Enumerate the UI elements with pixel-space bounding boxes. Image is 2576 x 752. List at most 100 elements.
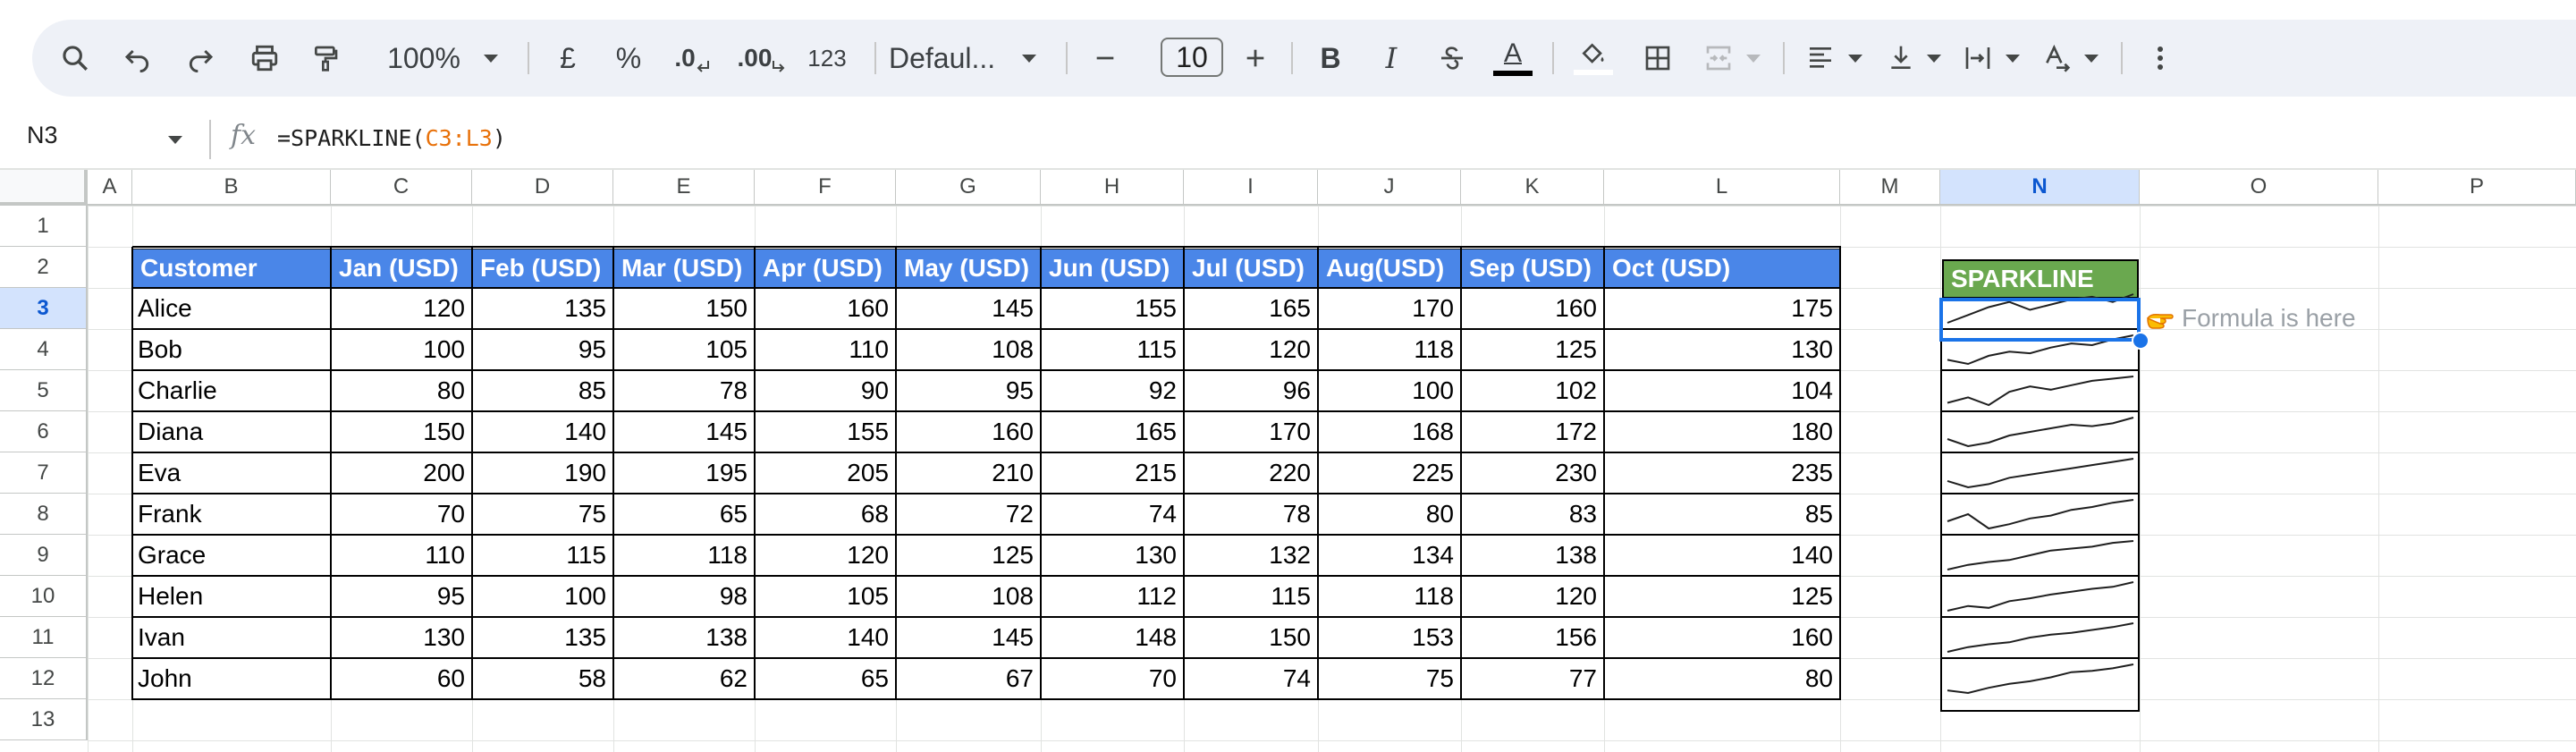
text-rotation-icon[interactable] xyxy=(2031,20,2082,97)
currency-format-button[interactable]: £ xyxy=(545,20,590,97)
column-header-d[interactable]: D xyxy=(472,170,613,206)
value-cell[interactable]: 110 xyxy=(755,329,896,370)
value-cell[interactable]: 138 xyxy=(1461,535,1604,576)
column-header-o[interactable]: O xyxy=(2140,170,2378,206)
value-cell[interactable]: 138 xyxy=(613,617,755,658)
column-header-f[interactable]: F xyxy=(755,170,896,206)
value-cell[interactable]: 155 xyxy=(1041,288,1184,329)
more-options-icon[interactable] xyxy=(2135,20,2185,97)
value-cell[interactable]: 70 xyxy=(1041,658,1184,699)
zoom-select[interactable]: 100% xyxy=(379,20,469,97)
value-cell[interactable]: 120 xyxy=(1184,329,1318,370)
value-cell[interactable]: 195 xyxy=(613,452,755,494)
value-cell[interactable]: 108 xyxy=(896,329,1041,370)
column-header-i[interactable]: I xyxy=(1184,170,1318,206)
value-cell[interactable]: 78 xyxy=(613,370,755,411)
column-header-h[interactable]: H xyxy=(1041,170,1184,206)
italic-button[interactable]: I xyxy=(1366,20,1416,97)
customer-cell[interactable]: Frank xyxy=(132,494,331,535)
value-cell[interactable]: 160 xyxy=(896,411,1041,452)
value-cell[interactable]: 77 xyxy=(1461,658,1604,699)
value-cell[interactable]: 145 xyxy=(896,617,1041,658)
row-header-6[interactable]: 6 xyxy=(0,411,88,452)
value-cell[interactable]: 115 xyxy=(472,535,613,576)
value-cell[interactable]: 134 xyxy=(1318,535,1461,576)
value-cell[interactable]: 150 xyxy=(1184,617,1318,658)
value-cell[interactable]: 153 xyxy=(1318,617,1461,658)
column-header-n[interactable]: N xyxy=(1940,170,2140,206)
row-header-4[interactable]: 4 xyxy=(0,329,88,370)
value-cell[interactable]: 100 xyxy=(331,329,472,370)
chevron-down-icon[interactable] xyxy=(1740,20,1767,97)
value-cell[interactable]: 148 xyxy=(1041,617,1184,658)
row-header-3[interactable]: 3 xyxy=(0,288,88,329)
value-cell[interactable]: 83 xyxy=(1461,494,1604,535)
value-cell[interactable]: 118 xyxy=(1318,576,1461,617)
value-cell[interactable]: 140 xyxy=(1604,535,1840,576)
value-cell[interactable]: 100 xyxy=(472,576,613,617)
value-cell[interactable]: 165 xyxy=(1184,288,1318,329)
value-cell[interactable]: 92 xyxy=(1041,370,1184,411)
column-header-b[interactable]: B xyxy=(132,170,331,206)
value-cell[interactable]: 125 xyxy=(896,535,1041,576)
table-header-cell[interactable]: Apr (USD) xyxy=(755,249,897,288)
print-icon[interactable] xyxy=(240,20,290,97)
chevron-down-icon[interactable] xyxy=(2078,20,2105,97)
value-cell[interactable]: 235 xyxy=(1604,452,1840,494)
table-header-cell[interactable]: Aug(USD) xyxy=(1318,249,1462,288)
value-cell[interactable]: 140 xyxy=(755,617,896,658)
value-cell[interactable]: 120 xyxy=(1461,576,1604,617)
column-header-c[interactable]: C xyxy=(331,170,472,206)
value-cell[interactable]: 125 xyxy=(1461,329,1604,370)
value-cell[interactable]: 172 xyxy=(1461,411,1604,452)
value-cell[interactable]: 230 xyxy=(1461,452,1604,494)
customer-cell[interactable]: John xyxy=(132,658,331,699)
value-cell[interactable]: 74 xyxy=(1184,658,1318,699)
value-cell[interactable]: 150 xyxy=(613,288,755,329)
row-header-9[interactable]: 9 xyxy=(0,535,88,576)
value-cell[interactable]: 168 xyxy=(1318,411,1461,452)
value-cell[interactable]: 67 xyxy=(896,658,1041,699)
value-cell[interactable]: 60 xyxy=(331,658,472,699)
row-header-13[interactable]: 13 xyxy=(0,699,88,740)
value-cell[interactable]: 220 xyxy=(1184,452,1318,494)
column-header-m[interactable]: M xyxy=(1840,170,1940,206)
value-cell[interactable]: 170 xyxy=(1318,288,1461,329)
value-cell[interactable]: 72 xyxy=(896,494,1041,535)
value-cell[interactable]: 68 xyxy=(755,494,896,535)
value-cell[interactable]: 105 xyxy=(613,329,755,370)
column-header-e[interactable]: E xyxy=(613,170,755,206)
value-cell[interactable]: 90 xyxy=(755,370,896,411)
column-header-p[interactable]: P xyxy=(2378,170,2576,206)
customer-cell[interactable]: Diana xyxy=(132,411,331,452)
value-cell[interactable]: 95 xyxy=(896,370,1041,411)
row-header-5[interactable]: 5 xyxy=(0,370,88,411)
value-cell[interactable]: 118 xyxy=(1318,329,1461,370)
value-cell[interactable]: 190 xyxy=(472,452,613,494)
value-cell[interactable]: 115 xyxy=(1184,576,1318,617)
row-header-1[interactable]: 1 xyxy=(0,206,88,247)
value-cell[interactable]: 165 xyxy=(1041,411,1184,452)
value-cell[interactable]: 160 xyxy=(1604,617,1840,658)
customer-cell[interactable]: Helen xyxy=(132,576,331,617)
row-header-12[interactable]: 12 xyxy=(0,658,88,699)
strikethrough-icon[interactable] xyxy=(1427,20,1477,97)
chevron-down-icon[interactable] xyxy=(1016,20,1043,97)
percent-format-button[interactable]: % xyxy=(606,20,651,97)
value-cell[interactable]: 85 xyxy=(472,370,613,411)
table-header-cell[interactable]: Oct (USD) xyxy=(1604,249,1841,288)
more-formats-button[interactable]: 123 xyxy=(796,20,858,97)
value-cell[interactable]: 98 xyxy=(613,576,755,617)
value-cell[interactable]: 95 xyxy=(331,576,472,617)
table-header-cell[interactable]: Sep (USD) xyxy=(1461,249,1605,288)
value-cell[interactable]: 160 xyxy=(1461,288,1604,329)
paint-format-icon[interactable] xyxy=(300,20,351,97)
value-cell[interactable]: 112 xyxy=(1041,576,1184,617)
table-header-cell[interactable]: May (USD) xyxy=(896,249,1042,288)
column-header-j[interactable]: J xyxy=(1318,170,1461,206)
decrease-decimal-button[interactable]: .0 xyxy=(663,20,721,97)
text-wrapping-icon[interactable] xyxy=(1953,20,2003,97)
value-cell[interactable]: 130 xyxy=(331,617,472,658)
value-cell[interactable]: 58 xyxy=(472,658,613,699)
row-header-2[interactable]: 2 xyxy=(0,247,88,288)
